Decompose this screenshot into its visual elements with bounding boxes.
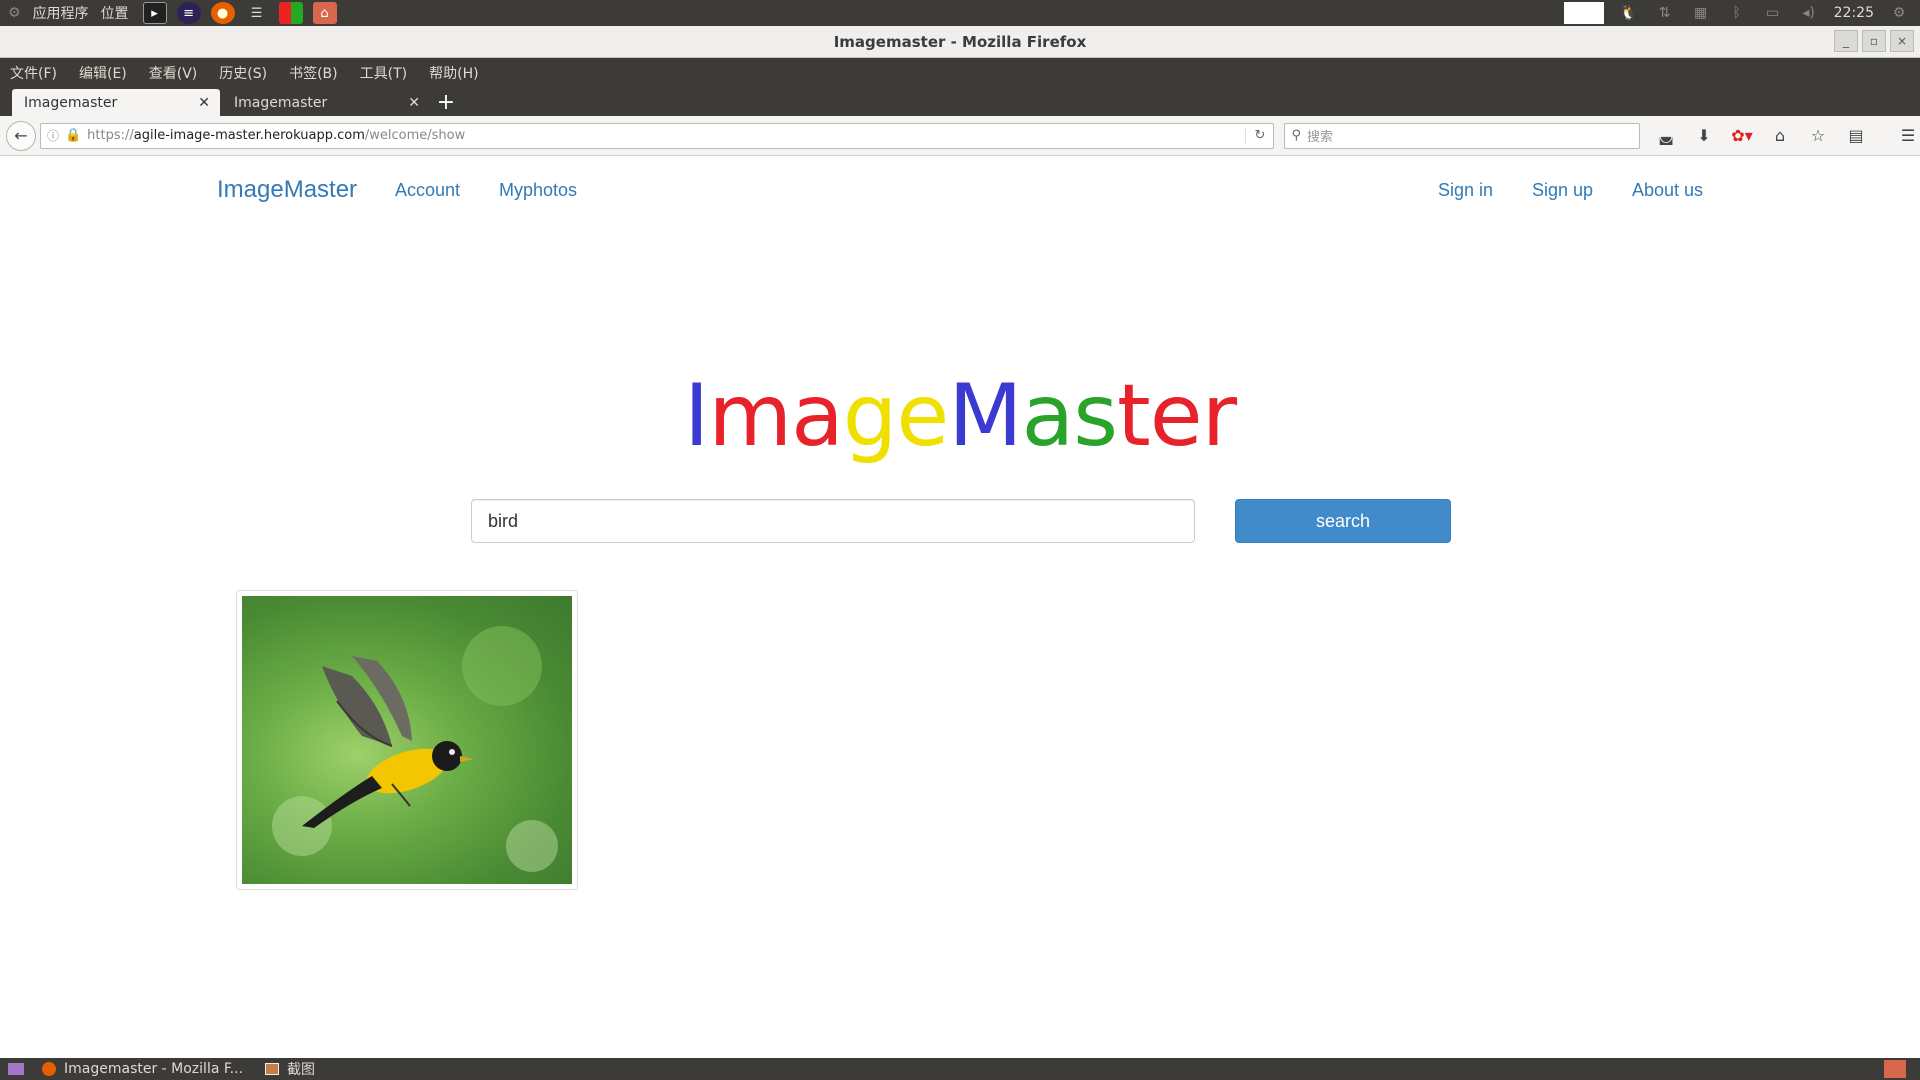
- show-desktop-icon[interactable]: [8, 1063, 24, 1075]
- search-placeholder: 搜索: [1306, 130, 1333, 145]
- home-icon[interactable]: ⌂: [1768, 126, 1792, 145]
- volume-icon[interactable]: ◂): [1798, 4, 1820, 22]
- info-icon[interactable]: ⓘ: [47, 127, 59, 144]
- logo-letter: a: [791, 366, 844, 466]
- bookmark-star-icon[interactable]: ☆: [1806, 126, 1830, 145]
- close-window-button[interactable]: ×: [1890, 30, 1914, 52]
- logo-letter: g: [842, 366, 898, 466]
- reload-icon[interactable]: ↻: [1245, 128, 1273, 143]
- logo-letter: M: [948, 366, 1022, 466]
- screenshot-icon: [265, 1063, 280, 1075]
- menu-help[interactable]: 帮助(H): [429, 63, 478, 83]
- logo-letter: I: [683, 366, 709, 466]
- tray-input-icon[interactable]: [1563, 2, 1604, 24]
- nav-signup-link[interactable]: Sign up: [1532, 180, 1593, 201]
- back-arrow-icon[interactable]: ←: [6, 120, 36, 151]
- bottom-panel: Imagemaster - Mozilla F... 截图: [0, 1058, 1920, 1080]
- url-host: agile-image-master.herokuapp.com: [133, 128, 365, 143]
- workspace-switcher-icon[interactable]: [1884, 1060, 1906, 1078]
- panel-menu-icon[interactable]: ⚙: [8, 5, 21, 21]
- palette-icon[interactable]: [278, 2, 303, 24]
- page-content: ImageMaster Account Myphotos Sign in Sig…: [0, 156, 1920, 1058]
- bird-illustration: [272, 626, 558, 872]
- search-form: search: [471, 499, 1451, 543]
- close-tab-icon[interactable]: ✕: [198, 95, 210, 111]
- search-button[interactable]: search: [1235, 499, 1451, 543]
- download-icon[interactable]: ⬇: [1692, 126, 1716, 145]
- logo-letter: t: [1117, 366, 1151, 466]
- tab-imagemaster-2[interactable]: Imagemaster ✕: [222, 89, 430, 116]
- taskbar-label: Imagemaster - Mozilla F...: [64, 1061, 244, 1077]
- imagemaster-logo: ImageMaster: [0, 366, 1920, 466]
- logo-letter: s: [1073, 366, 1118, 466]
- logo-letter: r: [1201, 366, 1237, 466]
- terminal-icon[interactable]: ▸: [142, 2, 167, 24]
- menu-view[interactable]: 查看(V): [149, 63, 198, 83]
- maximize-button[interactable]: ▫: [1862, 30, 1886, 52]
- addon-icon[interactable]: ✿▾: [1730, 126, 1754, 145]
- firefox-icon[interactable]: ●: [210, 2, 235, 24]
- new-tab-plus-icon[interactable]: +: [432, 89, 460, 116]
- window-title: Imagemaster - Mozilla Firefox: [833, 32, 1087, 51]
- logo-letter: e: [1149, 366, 1203, 466]
- settings-gear-icon[interactable]: ⚙: [1888, 4, 1910, 22]
- menu-bookmarks[interactable]: 书签(B): [289, 63, 338, 83]
- menu-file[interactable]: 文件(F): [10, 63, 57, 83]
- server-icon[interactable]: ☰: [245, 2, 269, 24]
- browser-menubar: 文件(F) 编辑(E) 查看(V) 历史(S) 书签(B) 工具(T) 帮助(H…: [0, 58, 1920, 87]
- battery-icon[interactable]: ▭: [1762, 4, 1784, 22]
- nav-aboutus-link[interactable]: About us: [1632, 180, 1703, 201]
- nav-account-link[interactable]: Account: [395, 180, 460, 201]
- taskbar-screenshot[interactable]: 截图: [265, 1059, 315, 1079]
- tab-imagemaster-1[interactable]: Imagemaster ✕: [12, 89, 220, 116]
- nav-signin-link[interactable]: Sign in: [1438, 180, 1493, 201]
- logo-letter: e: [896, 366, 949, 466]
- files-icon[interactable]: ⌂: [312, 2, 337, 24]
- search-bar[interactable]: ⚲ 搜索: [1284, 122, 1640, 149]
- url-protocol: https://: [87, 128, 134, 143]
- taskbar-firefox[interactable]: Imagemaster - Mozilla F...: [42, 1061, 243, 1077]
- penguin-icon[interactable]: 🐧: [1618, 4, 1640, 22]
- bluetooth-icon[interactable]: ᛒ: [1726, 4, 1748, 22]
- keyboard-icon[interactable]: ▦: [1690, 4, 1712, 22]
- network-icon[interactable]: ⇅: [1654, 4, 1676, 22]
- menu-edit[interactable]: 编辑(E): [79, 63, 127, 83]
- places-menu[interactable]: 位置: [101, 3, 129, 23]
- applications-menu[interactable]: 应用程序: [33, 3, 89, 23]
- tab-strip: Imagemaster ✕ Imagemaster ✕ +: [0, 87, 1920, 116]
- top-panel: ⚙ 应用程序 位置 ▸ ≡ ● ☰ ⌂ 🐧 ⇅ ▦ ᛒ ▭ ◂) 22:25 ⚙: [0, 0, 1920, 26]
- close-tab-icon[interactable]: ✕: [408, 95, 420, 111]
- clock[interactable]: 22:25: [1834, 5, 1874, 21]
- lock-icon[interactable]: 🔒: [65, 128, 81, 143]
- site-brand-link[interactable]: ImageMaster: [217, 176, 357, 204]
- menu-tools[interactable]: 工具(T): [360, 63, 407, 83]
- result-thumbnail[interactable]: [236, 590, 578, 890]
- image-search-input[interactable]: [471, 499, 1195, 543]
- bird-photo[interactable]: [242, 596, 572, 884]
- tab-label: Imagemaster: [24, 94, 118, 111]
- url-path: /welcome/show: [364, 128, 466, 143]
- minimize-button[interactable]: _: [1834, 30, 1858, 52]
- nav-myphotos-link[interactable]: Myphotos: [499, 180, 577, 201]
- reader-icon[interactable]: ▤: [1844, 126, 1868, 145]
- url-bar[interactable]: ⓘ 🔒 https:// agile-image-master.herokuap…: [39, 122, 1275, 149]
- logo-letter: m: [708, 366, 792, 466]
- site-navbar: ImageMaster Account Myphotos Sign in Sig…: [0, 156, 1920, 224]
- pocket-icon[interactable]: ◛: [1654, 126, 1678, 145]
- hamburger-menu-icon[interactable]: ☰: [1896, 126, 1920, 145]
- eclipse-icon[interactable]: ≡: [176, 2, 201, 24]
- navigation-toolbar: ← ⓘ 🔒 https:// agile-image-master.heroku…: [0, 116, 1920, 156]
- menu-history[interactable]: 历史(S): [219, 63, 267, 83]
- taskbar-label: 截图: [287, 1062, 316, 1078]
- search-icon: ⚲: [1291, 128, 1301, 143]
- logo-letter: a: [1021, 366, 1075, 466]
- tab-label: Imagemaster: [234, 94, 328, 111]
- firefox-icon: [42, 1062, 56, 1076]
- window-titlebar: Imagemaster - Mozilla Firefox _ ▫ ×: [0, 26, 1920, 58]
